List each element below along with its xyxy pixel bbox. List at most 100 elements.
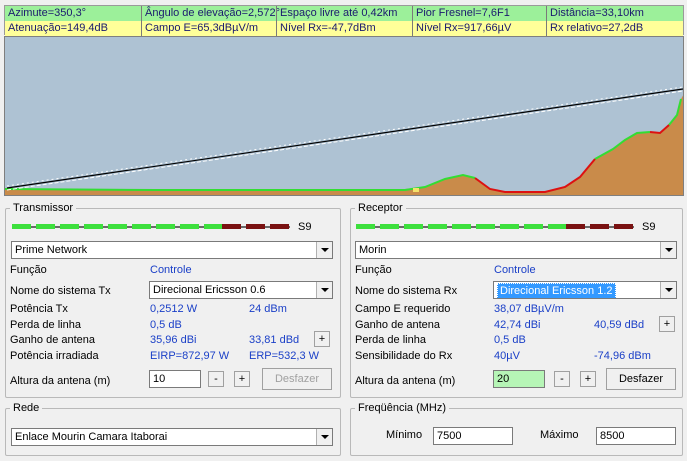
meter-segment [270,224,289,229]
rx-level-dbm-value: Nível Rx=-47,7dBm [280,22,376,34]
tx-system-select[interactable]: Direcional Ericsson 0.6 [149,281,333,299]
rx-function-label: Função [355,264,392,276]
tx-power-dbm: 24 dBm [249,303,287,315]
tx-network-value: Prime Network [15,244,88,256]
tx-system-value: Direcional Ericsson 0.6 [153,284,266,296]
tx-antenna-height-input[interactable]: 10 [149,370,201,388]
attenuation-value: Atenuação=149,4dB [8,22,109,34]
tx-antenna-gain-dbi: 35,96 dBi [150,334,197,346]
meter-segment [132,224,151,229]
terrain-profile-view[interactable] [4,36,684,196]
receiver-legend: Receptor [358,202,403,214]
tx-antenna-gain-dbd: 33,81 dBd [249,334,300,346]
frequency-max-input[interactable]: 8500 [596,427,676,445]
chevron-down-icon[interactable] [316,429,332,445]
meter-segment [60,224,79,229]
meter-segment [12,224,31,229]
rx-signal-meter [356,224,634,230]
obstruction-marker [413,188,419,192]
tx-line-loss-label: Perda de linha [10,319,81,331]
tx-line-loss-value: 0,5 dB [150,319,182,331]
terrain-fill [5,95,683,195]
rx-level-uv-value: Nível Rx=917,66µV [416,22,512,34]
rx-height-plus-button[interactable]: + [580,371,596,387]
elevation-angle-value: Ângulo de elevação=2,572° [145,7,280,19]
tx-gain-plus-button[interactable]: + [314,331,330,347]
meter-segment [204,224,223,229]
distance-value: Distância=33,10km [550,7,644,19]
rx-sensitivity-dbm: -74,96 dBm [594,350,651,362]
rx-function-value: Controle [494,264,536,276]
rx-efield-value: 38,07 dBµV/m [494,303,564,315]
tx-function-label: Função [10,264,47,276]
tx-radiated-power-label: Potência irradiada [10,350,99,362]
rx-meter-scale-label: S9 [642,221,656,233]
green-ground-line [5,173,476,191]
terrain-profile-graphic [5,86,683,195]
network-link-select[interactable]: Enlace Mourin Camara Itaborai [11,428,333,446]
header-divider [546,6,547,36]
meter-segment [500,224,519,229]
rx-undo-button[interactable]: Desfazer [606,368,676,390]
chevron-down-icon[interactable] [660,242,676,258]
worst-fresnel-value: Pior Fresnel=7,6F1 [416,7,510,19]
efield-value: Campo E=65,3dBµV/m [145,22,259,34]
tx-function-value: Controle [150,264,192,276]
rx-relative-value: Rx relativo=27,2dB [550,22,644,34]
rx-sensitivity-label: Sensibilidade do Rx [355,350,453,362]
meter-segment [356,224,375,229]
tx-meter-scale-label: S9 [298,221,312,233]
meter-segment [404,224,423,229]
meter-segment [84,224,103,229]
network-link-value: Enlace Mourin Camara Itaborai [15,431,168,443]
tx-undo-button[interactable]: Desfazer [262,368,332,390]
header-divider [412,6,413,36]
frequency-min-label: Mínimo [386,429,423,441]
tx-antenna-height-label: Altura da antena (m) [10,375,111,387]
rx-system-label: Nome do sistema Rx [355,285,458,297]
rx-gain-plus-button[interactable]: + [659,316,675,332]
meter-segment [428,224,447,229]
meter-segment [566,224,585,229]
rx-system-select[interactable]: Direcional Ericsson 1.2 [493,281,677,299]
rx-network-select[interactable]: Morin [355,241,677,259]
frequency-min-input[interactable]: 7500 [433,427,513,445]
line-of-sight [6,88,683,189]
tx-height-minus-button[interactable]: - [208,371,224,387]
meter-segment [614,224,633,229]
tx-system-label: Nome do sistema Tx [10,285,111,297]
tx-height-plus-button[interactable]: + [234,371,250,387]
header-divider [276,6,277,36]
tx-signal-meter [12,224,290,230]
rx-sensitivity-uv: 40µV [494,350,520,362]
header-divider [141,6,142,36]
chevron-down-icon[interactable] [316,242,332,258]
rx-antenna-gain-dbi: 42,74 dBi [494,319,541,331]
rx-network-value: Morin [359,244,387,256]
chevron-down-icon[interactable] [316,282,332,298]
clearance-value: Espaço livre até 0,42km [280,7,398,19]
rx-antenna-height-input[interactable]: 20 [493,370,545,388]
frequency-legend: Freqüência (MHz) [358,402,447,414]
meter-segment [180,224,199,229]
meter-segment [380,224,399,229]
rx-antenna-gain-dbd: 40,59 dBd [594,319,645,331]
link-summary-header: Azimute=350,3° Ângulo de elevação=2,572°… [4,5,684,36]
chevron-down-icon[interactable] [660,282,676,298]
tx-power-watts: 0,2512 W [150,303,198,315]
meter-segment [222,224,241,229]
tx-network-select[interactable]: Prime Network [11,241,333,259]
meter-segment [246,224,265,229]
meter-segment [36,224,55,229]
meter-segment [108,224,127,229]
network-legend: Rede [13,402,40,414]
transmitter-legend: Transmissor [13,202,74,214]
summary-row-2: Atenuação=149,4dB Campo E=65,3dBµV/m Nív… [5,21,683,36]
tx-power-label: Potência Tx [10,303,68,315]
rx-line-loss-value: 0,5 dB [494,334,526,346]
meter-segment [548,224,567,229]
rx-height-minus-button[interactable]: - [554,371,570,387]
summary-row-1: Azimute=350,3° Ângulo de elevação=2,572°… [5,6,683,21]
meter-segment [476,224,495,229]
rx-antenna-gain-label: Ganho de antena [355,319,441,331]
